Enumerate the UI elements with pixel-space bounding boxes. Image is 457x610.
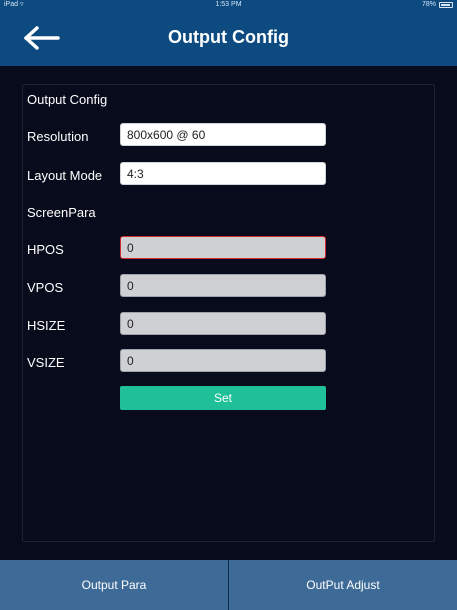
- status-battery: 78%: [422, 0, 453, 9]
- section-title: Output Config: [27, 92, 108, 107]
- set-button[interactable]: Set: [120, 386, 326, 410]
- hpos-field[interactable]: [120, 236, 326, 259]
- tab-output-para[interactable]: Output Para: [0, 560, 228, 610]
- arrow-left-icon: [24, 26, 60, 50]
- battery-icon: [439, 1, 453, 8]
- resolution-label: Resolution: [27, 129, 89, 144]
- status-bar: iPad ▿ 1:53 PM 78%: [0, 0, 457, 9]
- layout-mode-label: Layout Mode: [27, 168, 103, 183]
- vsize-label: VSIZE: [27, 355, 65, 370]
- tab-output-adjust[interactable]: OutPut Adjust: [228, 560, 457, 610]
- hsize-field[interactable]: [120, 312, 326, 335]
- hsize-label: HSIZE: [27, 318, 66, 333]
- vsize-field[interactable]: [120, 349, 326, 372]
- nav-bar: Output Config: [0, 9, 457, 66]
- resolution-field[interactable]: [120, 123, 326, 146]
- layout-mode-field[interactable]: [120, 162, 326, 185]
- screen-para-label: ScreenPara: [27, 205, 96, 220]
- hpos-label: HPOS: [27, 242, 64, 257]
- back-button[interactable]: [20, 23, 64, 53]
- vpos-label: VPOS: [27, 280, 64, 295]
- page-title: Output Config: [168, 27, 289, 47]
- tab-bar: Output Para OutPut Adjust: [0, 560, 457, 610]
- vpos-field[interactable]: [120, 274, 326, 297]
- status-time: 1:53 PM: [215, 1, 242, 8]
